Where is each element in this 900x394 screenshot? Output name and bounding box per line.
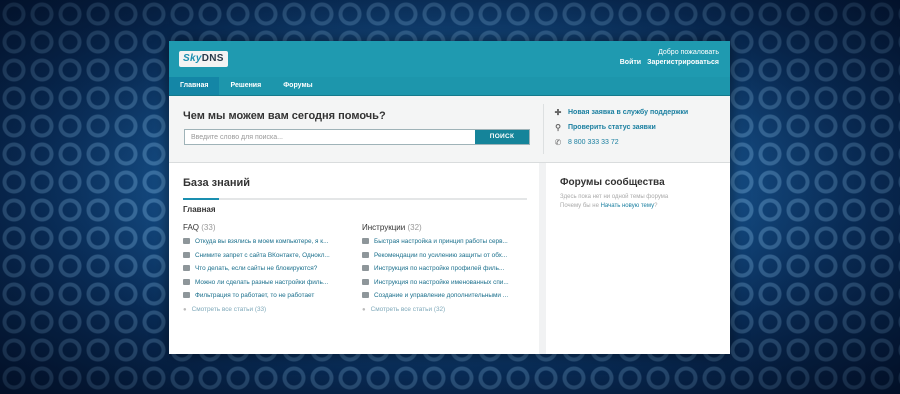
browser-screenshot: SkyDNS Добро пожаловать Войти Зарегистри… xyxy=(169,41,730,354)
community-forums-panel: Форумы сообщества Здесь пока нет ни одно… xyxy=(546,163,730,354)
register-link[interactable]: Зарегистрироваться xyxy=(647,59,719,66)
article-link[interactable]: Можно ли сделать разные настройки филь..… xyxy=(183,276,353,290)
article-link[interactable]: Что делать, если сайты не блокируются? xyxy=(183,262,353,276)
article-title: Рекомендации по усилению защиты от обх..… xyxy=(374,251,508,259)
book-icon xyxy=(362,238,369,244)
kb-section-title: Главная xyxy=(183,205,216,214)
article-link[interactable]: Откуда вы взялись в моем компьютере, я к… xyxy=(183,235,353,249)
faq-see-all-link[interactable]: ● Смотреть все статьи (33) xyxy=(183,303,353,316)
instructions-see-all-link[interactable]: ● Смотреть все статьи (32) xyxy=(362,303,532,316)
forums-empty-message: Здесь пока нет ни одной темы форума Поче… xyxy=(560,193,725,211)
book-icon xyxy=(362,278,369,285)
search-icon: ⚲ xyxy=(555,123,561,132)
see-all-label: Смотреть все статьи (33) xyxy=(191,305,267,313)
phone-icon: ✆ xyxy=(554,138,562,147)
tab-forums[interactable]: Форумы xyxy=(272,77,323,95)
faq-column: FAQ (33) Откуда вы взялись в моем компью… xyxy=(183,221,353,316)
knowledge-base-panel: База знаний Главная FAQ (33) Откуда вы в… xyxy=(169,163,539,354)
forums-empty-line: Здесь пока нет ни одной темы форума xyxy=(560,194,669,200)
book-icon xyxy=(183,251,190,258)
article-title: Можно ли сделать разные настройки филь..… xyxy=(195,278,329,286)
kb-divider-accent xyxy=(183,198,219,200)
site-header: SkyDNS Добро пожаловать Войти Зарегистри… xyxy=(169,41,730,77)
article-link[interactable]: Инструкция по настройке именованных спи.… xyxy=(362,276,532,290)
article-title: Что делать, если сайты не блокируются? xyxy=(195,265,318,273)
article-title: Создание и управление дополнительными ..… xyxy=(374,292,509,300)
book-icon xyxy=(183,292,190,299)
article-link[interactable]: Инструкция по настройке профилей филь... xyxy=(362,262,532,276)
phone-label: 8 800 333 33 72 xyxy=(568,139,619,146)
tab-solutions[interactable]: Решения xyxy=(219,77,272,95)
welcome-block: Добро пожаловать Войти Зарегистрироватьс… xyxy=(616,48,719,68)
faq-heading[interactable]: FAQ (33) xyxy=(183,221,353,235)
article-link[interactable]: Фильтрация то работает, то не работает xyxy=(183,289,353,303)
see-all-label: Смотреть все статьи (32) xyxy=(370,305,446,313)
new-ticket-link[interactable]: ✚ Новая заявка в службу поддержки xyxy=(554,105,688,120)
faq-name: FAQ xyxy=(183,223,200,232)
article-title: Снимите запрет с сайта ВКонтакте, Однокл… xyxy=(195,251,330,259)
search-box: ПОИСК xyxy=(184,129,530,145)
forums-empty-prompt: Почему бы не xyxy=(560,203,599,209)
book-icon xyxy=(362,265,369,272)
article-title: Откуда вы взялись в моем компьютере, я к… xyxy=(195,238,329,245)
kb-divider xyxy=(183,198,527,200)
dot-icon: ● xyxy=(183,306,187,313)
check-status-label: Проверить статус заявки xyxy=(568,124,656,131)
main-nav: Главная Решения Форумы xyxy=(169,77,730,96)
book-icon xyxy=(362,292,369,299)
kb-title: База знаний xyxy=(183,177,251,189)
skydns-logo[interactable]: SkyDNS xyxy=(179,51,228,67)
instructions-heading[interactable]: Инструкции (32) xyxy=(362,221,532,235)
forums-empty-end: ? xyxy=(654,203,658,209)
search-button[interactable]: ПОИСК xyxy=(475,130,529,144)
logo-text-sky: Sky xyxy=(183,53,202,64)
login-link[interactable]: Войти xyxy=(620,59,641,66)
article-link[interactable]: Снимите запрет с сайта ВКонтакте, Однокл… xyxy=(183,249,353,263)
article-link[interactable]: Быстрая настройка и принцип работы серв.… xyxy=(362,235,532,249)
article-title: Инструкция по настройке именованных спи.… xyxy=(374,278,509,286)
welcome-text: Добро пожаловать xyxy=(658,49,719,56)
instructions-name: Инструкции xyxy=(362,223,406,232)
book-icon xyxy=(183,278,190,285)
check-status-link[interactable]: ⚲ Проверить статус заявки xyxy=(554,120,688,135)
book-icon xyxy=(183,265,190,272)
quick-links: ✚ Новая заявка в службу поддержки ⚲ Провер… xyxy=(554,105,688,150)
faq-count: (33) xyxy=(201,223,216,232)
logo-text-dns: DNS xyxy=(201,53,224,64)
divider xyxy=(543,104,544,154)
phone-number: ✆ 8 800 333 33 72 xyxy=(554,135,688,150)
book-icon xyxy=(183,238,190,244)
plus-icon: ✚ xyxy=(554,108,562,117)
forums-title: Форумы сообщества xyxy=(560,177,665,188)
article-link[interactable]: Рекомендации по усилению защиты от обх..… xyxy=(362,249,532,263)
instructions-column: Инструкции (32) Быстрая настройка и прин… xyxy=(362,221,532,316)
article-title: Быстрая настройка и принцип работы серв.… xyxy=(374,238,508,245)
help-search-panel: Чем мы можем вам сегодня помочь? ПОИСК ✚… xyxy=(169,96,730,163)
help-title: Чем мы можем вам сегодня помочь? xyxy=(183,110,386,122)
dot-icon: ● xyxy=(362,306,366,313)
tab-home[interactable]: Главная xyxy=(169,77,220,95)
article-link[interactable]: Создание и управление дополнительными ..… xyxy=(362,289,532,303)
search-input[interactable] xyxy=(185,130,477,144)
article-title: Инструкция по настройке профилей филь... xyxy=(374,265,505,273)
start-new-topic-link[interactable]: Начать новую тему xyxy=(601,203,655,209)
instructions-count: (32) xyxy=(407,223,422,232)
article-title: Фильтрация то работает, то не работает xyxy=(195,292,315,300)
book-icon xyxy=(362,251,369,258)
new-ticket-label: Новая заявка в службу поддержки xyxy=(568,109,689,116)
